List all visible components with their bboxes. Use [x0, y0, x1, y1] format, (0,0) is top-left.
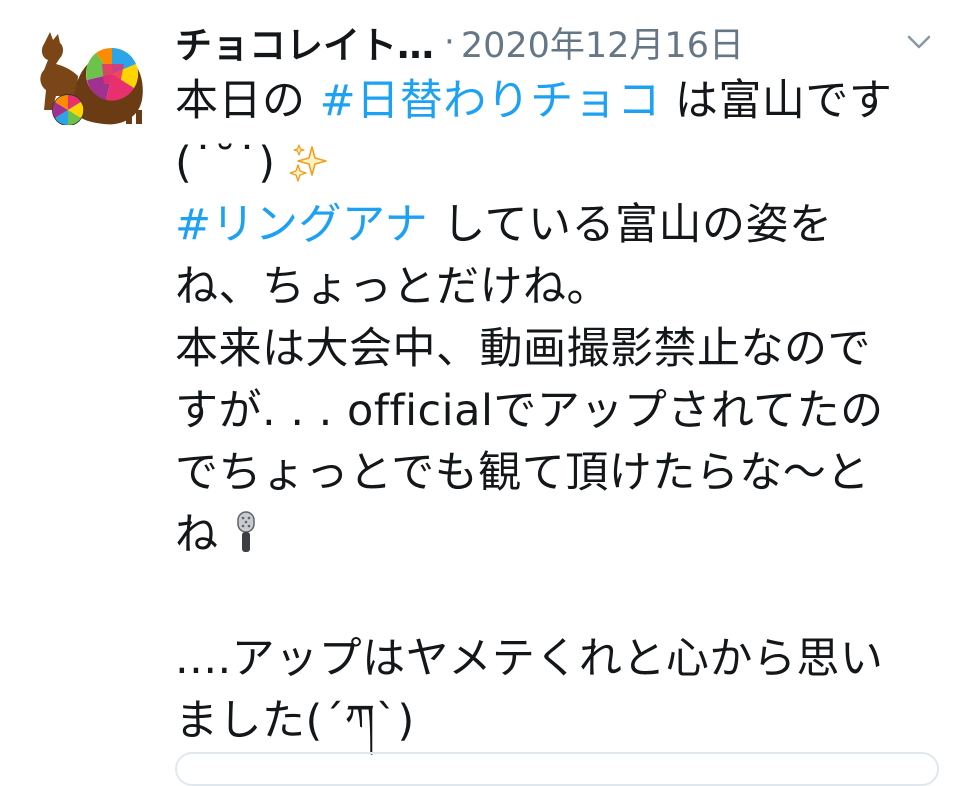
text-span: は富山です — [660, 76, 893, 126]
tweet-line: ね、ちょっとだけね。 — [175, 256, 945, 318]
sparkles-icon — [289, 144, 327, 182]
tweet-line: でちょっとでも観て頂けたらな〜と — [175, 442, 945, 504]
tweet-line: 本来は大会中、動画撮影禁止なので — [175, 318, 945, 380]
text-span: 本来は大会中、動画撮影禁止なので — [175, 324, 871, 374]
text-span: でちょっとでも観て頂けたらな〜と — [175, 448, 870, 498]
hashtag-link[interactable]: #リングアナ — [175, 200, 428, 250]
tweet-line: #リングアナ している富山の姿を — [175, 194, 945, 256]
avatar[interactable] — [34, 30, 146, 125]
tweet-line: ....アップはヤメテくれと心から思い — [175, 628, 945, 690]
timestamp[interactable]: 2020年12月16日 — [461, 17, 744, 68]
tweet-header: チョコレイト… · 2020年12月16日 — [175, 14, 935, 70]
text-span: 本日の — [175, 76, 320, 126]
media-card[interactable] — [175, 752, 939, 786]
text-span: ....アップはヤメテくれと心から思い — [175, 634, 884, 684]
tweet-line: ね — [175, 504, 945, 566]
tweet-line: ました(´ཀ`) — [175, 690, 945, 752]
text-span: している富山の姿を — [428, 200, 833, 250]
text-span: ね、ちょっとだけね。 — [175, 262, 610, 312]
tweet-line: すが. . . officialでアップされてたの — [175, 380, 945, 442]
text-span: ました(´ཀ`) — [175, 696, 415, 746]
tweet-line: 本日の #日替わりチョコ は富山です — [175, 70, 945, 132]
tweet-line: (˙˘˙) — [175, 132, 945, 194]
chevron-down-icon[interactable] — [903, 26, 935, 58]
hashtag-link[interactable]: #日替わりチョコ — [320, 76, 661, 126]
tweet-text: 本日の #日替わりチョコ は富山です (˙˘˙) #リングアナ している富山の姿… — [175, 70, 945, 752]
microphone-icon — [236, 511, 255, 552]
text-span: すが. . . officialでアップされてたの — [175, 386, 884, 436]
kaomoji: (˙˘˙) — [175, 138, 276, 188]
header-separator: · — [444, 22, 455, 62]
text-span: ね — [175, 510, 219, 560]
display-name[interactable]: チョコレイト… — [175, 15, 434, 69]
